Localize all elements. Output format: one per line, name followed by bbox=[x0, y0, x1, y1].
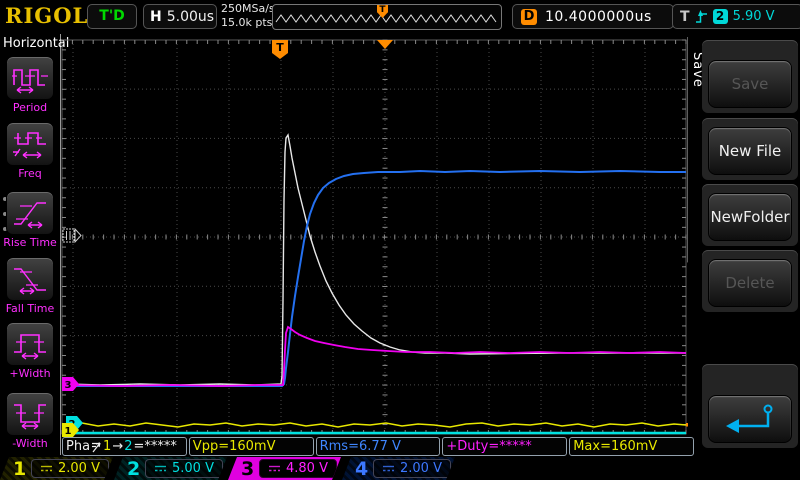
new-folder-button[interactable]: NewFolder bbox=[708, 193, 792, 241]
save-menu: Save Save New File NewFolder Delete bbox=[688, 34, 800, 455]
svg-text:1: 1 bbox=[65, 426, 72, 437]
dc-coupling-icon bbox=[268, 464, 281, 473]
ch3-ground-marker: 3 bbox=[62, 377, 79, 391]
save-button[interactable]: Save bbox=[708, 60, 792, 108]
channel-2-status[interactable]: 2 5.00 V bbox=[114, 457, 227, 480]
svg-text:T: T bbox=[276, 41, 284, 54]
measurement-max: Max=160mV bbox=[569, 437, 694, 456]
dc-coupling-icon bbox=[382, 464, 395, 473]
waveform-display: T 3 2 1 bbox=[0, 0, 800, 480]
graticule-grid bbox=[62, 40, 686, 434]
delete-button[interactable]: Delete bbox=[708, 259, 792, 307]
phase-rise-rise-icon bbox=[91, 440, 102, 454]
dc-coupling-icon bbox=[154, 464, 167, 473]
svg-text:3: 3 bbox=[65, 380, 72, 391]
measurement-duty: +Duty=***** bbox=[442, 437, 567, 456]
channel-3-status[interactable]: 3 4.80 V bbox=[228, 457, 341, 480]
waveform-traces bbox=[62, 135, 686, 433]
channel-1-status[interactable]: 1 2.00 V bbox=[0, 457, 113, 480]
measurement-phase: Pha 1 → 2 =***** bbox=[62, 437, 187, 456]
new-file-button[interactable]: New File bbox=[708, 127, 792, 175]
measurement-vpp: Vpp=160mV bbox=[189, 437, 314, 456]
channel-status-bar: 1 2.00 V 2 5.00 V 3 bbox=[0, 457, 800, 480]
back-button[interactable] bbox=[708, 395, 792, 443]
horizontal-ref-marker bbox=[377, 40, 393, 49]
measurement-rms: Rms=6.77 V bbox=[316, 437, 441, 456]
channel-4-status[interactable]: 4 2.00 V bbox=[342, 457, 455, 480]
back-arrow-icon bbox=[724, 402, 776, 436]
ch4-trace bbox=[66, 171, 686, 386]
dc-coupling-icon bbox=[40, 464, 53, 473]
oscilloscope-screen: RIGOL T'D H 5.00us 250MSa/s 15.0k pts T … bbox=[0, 0, 800, 480]
trigger-position-marker: T bbox=[272, 40, 288, 59]
measurement-bar: Pha 1 → 2 =***** Vpp=160mV Rms=6.77 V +D… bbox=[62, 437, 694, 456]
